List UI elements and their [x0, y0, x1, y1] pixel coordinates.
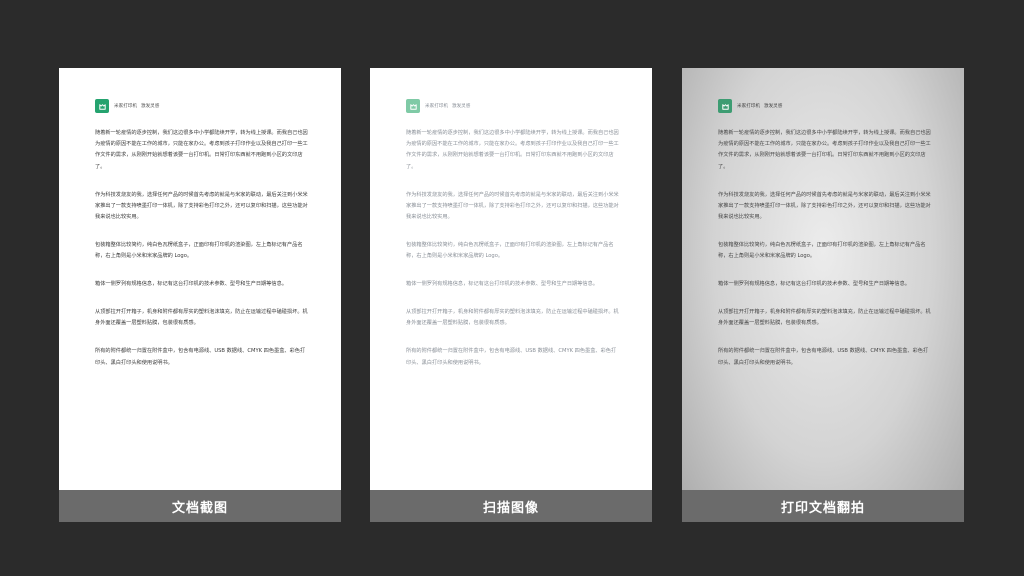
- mi-home-logo-icon: [718, 99, 732, 113]
- panel-caption: 扫描图像: [370, 490, 652, 522]
- printed-photo-panel: 米家打印机 激发灵感 随着新一轮疫情的逐步控制，我们这边很多中小学都陆续开学，转…: [682, 68, 964, 522]
- paragraph: 随着新一轮疫情的逐步控制，我们这边很多中小学都陆续开学，转为线上授课。而我自己也…: [718, 130, 931, 170]
- mi-home-logo-icon: [406, 99, 420, 113]
- document-header: 米家打印机 激发灵感: [95, 98, 309, 114]
- paragraph: 包装箱整体比较简约，纯白色瓦楞纸盒子，正面印有打印机的渲染图，左上角标记有产品名…: [95, 242, 303, 260]
- mi-home-logo-icon: [95, 99, 109, 113]
- panel-caption: 打印文档翻拍: [682, 490, 964, 522]
- paragraph: 从顶部拉开打开箱子，机身和附件都有厚实的塑料泡沫填充，防止在运输过程中磕碰损坏。…: [406, 309, 619, 327]
- document-header: 米家打印机 激发灵感: [718, 98, 932, 114]
- brand-name: 米家打印机: [737, 104, 760, 109]
- brand-name: 米家打印机: [425, 104, 448, 109]
- document-page: 米家打印机 激发灵感 随着新一轮疫情的逐步控制，我们这边很多中小学都陆续开学，转…: [95, 98, 309, 386]
- document-screenshot-panel: 米家打印机 激发灵感 随着新一轮疫情的逐步控制，我们这边很多中小学都陆续开学，转…: [59, 68, 341, 522]
- paragraph: 包装箱整体比较简约，纯白色瓦楞纸盒子，正面印有打印机的渲染图，左上角标记有产品名…: [718, 242, 926, 260]
- paragraph: 作为科技发烧友的我，选择任何产品的时候首先考虑的就是与米家的联动，最后关注到小米…: [95, 191, 308, 221]
- paragraph: 作为科技发烧友的我，选择任何产品的时候首先考虑的就是与米家的联动，最后关注到小米…: [406, 191, 619, 221]
- paragraph: 随着新一轮疫情的逐步控制，我们这边很多中小学都陆续开学，转为线上授课。而我自己也…: [95, 130, 308, 170]
- brand-tagline: 激发灵感: [763, 104, 783, 109]
- paragraph: 箱体一侧罗列有规格信息，标记有这台打印机的技术参数、型号和生产日期等信息。: [718, 281, 910, 288]
- paragraph: 箱体一侧罗列有规格信息，标记有这台打印机的技术参数、型号和生产日期等信息。: [406, 281, 598, 288]
- paragraph: 作为科技发烧友的我，选择任何产品的时候首先考虑的就是与米家的联动，最后关注到小米…: [718, 191, 931, 221]
- document-header: 米家打印机 激发灵感: [406, 98, 620, 114]
- paragraph: 箱体一侧罗列有规格信息，标记有这台打印机的技术参数、型号和生产日期等信息。: [95, 281, 287, 288]
- paragraph: 包装箱整体比较简约，纯白色瓦楞纸盒子，正面印有打印机的渲染图，左上角标记有产品名…: [406, 242, 614, 260]
- paragraph: 所有的附件都统一归置在附件盒中，包含有电源线、USB 数据线、CMYK 四色墨盒…: [718, 348, 929, 366]
- scanned-image-panel: 米家打印机 激发灵感 随着新一轮疫情的逐步控制，我们这边很多中小学都陆续开学，转…: [370, 68, 652, 522]
- document-page: 米家打印机 激发灵感 随着新一轮疫情的逐步控制，我们这边很多中小学都陆续开学，转…: [406, 98, 620, 386]
- paragraph: 所有的附件都统一归置在附件盒中，包含有电源线、USB 数据线、CMYK 四色墨盒…: [406, 348, 617, 366]
- brand-name: 米家打印机: [114, 104, 137, 109]
- document-page: 米家打印机 激发灵感 随着新一轮疫情的逐步控制，我们这边很多中小学都陆续开学，转…: [718, 98, 932, 386]
- brand-tagline: 激发灵感: [451, 104, 471, 109]
- brand-tagline: 激发灵感: [140, 104, 160, 109]
- paragraph: 所有的附件都统一归置在附件盒中，包含有电源线、USB 数据线、CMYK 四色墨盒…: [95, 348, 306, 366]
- paragraph: 随着新一轮疫情的逐步控制，我们这边很多中小学都陆续开学，转为线上授课。而我自己也…: [406, 130, 619, 170]
- paragraph: 从顶部拉开打开箱子，机身和附件都有厚实的塑料泡沫填充，防止在运输过程中磕碰损坏。…: [718, 309, 931, 327]
- panel-caption: 文档截图: [59, 490, 341, 522]
- paragraph: 从顶部拉开打开箱子，机身和附件都有厚实的塑料泡沫填充，防止在运输过程中磕碰损坏。…: [95, 309, 308, 327]
